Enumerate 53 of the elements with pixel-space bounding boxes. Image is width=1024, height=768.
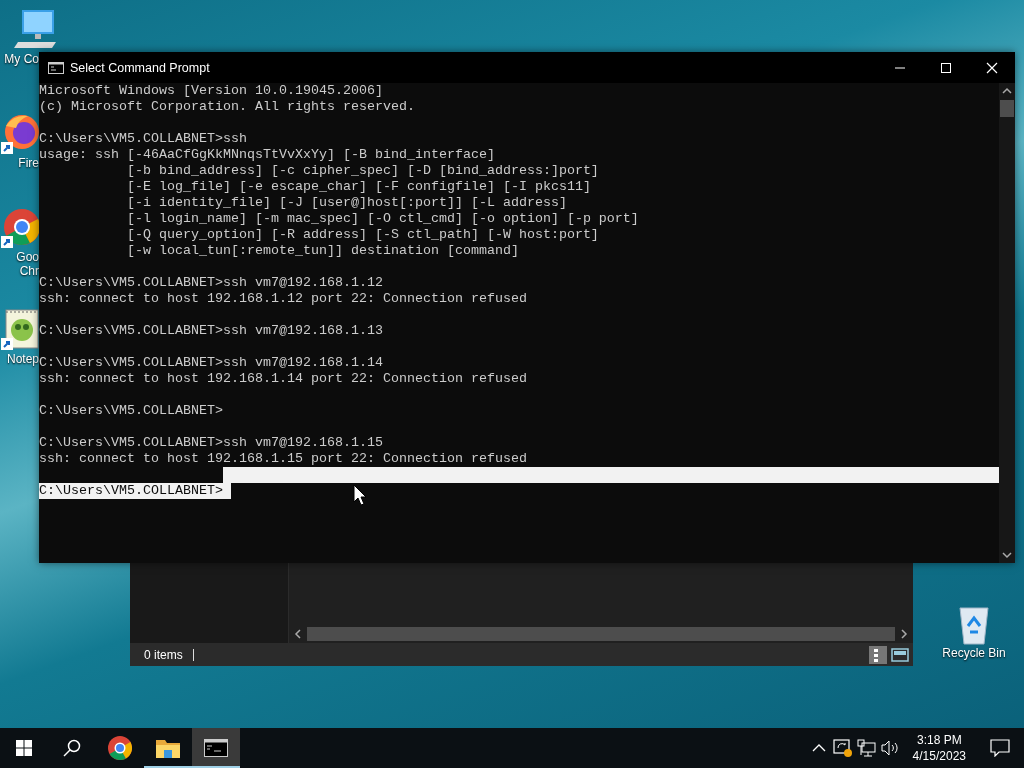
speech-bubble-icon bbox=[990, 739, 1010, 757]
notepad-shortcut-icon[interactable] bbox=[0, 308, 39, 352]
icon-label: Fire bbox=[18, 156, 39, 170]
chevron-up-icon[interactable] bbox=[1002, 86, 1012, 96]
terminal-line: Microsoft Windows [Version 10.0.19045.2006] bbox=[39, 83, 383, 99]
terminal-line: C:\Users\VM5.COLLABNET>ssh vm7@192.168.1.14 bbox=[39, 355, 383, 371]
terminal-line: [-w local_tun[:remote_tun]] destination [command] bbox=[125, 243, 519, 259]
icon-label: Recycle Bin bbox=[942, 646, 1006, 660]
maximize-icon bbox=[940, 61, 952, 74]
chrome-shortcut-icon[interactable] bbox=[0, 206, 39, 250]
network-icon bbox=[856, 739, 877, 757]
terminal-line: C:\Users\VM5.COLLABNET> bbox=[39, 403, 223, 419]
terminal-line: [-b bind_address] [-c cipher_spec] [-D [bind_address:]port] bbox=[125, 163, 599, 179]
terminal-line: usage: ssh [-46AaCfGgKkMNnqsTtVvXxYy] [-B bind_interface] bbox=[39, 147, 495, 163]
search-icon bbox=[63, 739, 81, 757]
windows-logo-icon bbox=[16, 740, 32, 756]
terminal-line: [-l login_name] [-m mac_spec] [-O ctl_cmd] [-o option] [-p port] bbox=[125, 211, 639, 227]
terminal-line: C:\Users\VM5.COLLABNET>ssh vm7@192.168.1.13 bbox=[39, 323, 383, 339]
chevron-right-icon[interactable] bbox=[899, 629, 909, 639]
chevron-up-icon bbox=[811, 743, 826, 753]
folder-icon bbox=[156, 738, 180, 758]
terminal-line: [-i identity_file] [-J [user@]host[:port]] [-L address] bbox=[125, 195, 567, 211]
terminal-line: C:\Users\VM5.COLLABNET>ssh vm7@192.168.1.15 bbox=[39, 435, 383, 451]
chevron-down-icon[interactable] bbox=[1002, 550, 1012, 560]
details-view-icon[interactable] bbox=[869, 645, 887, 664]
item-count: 0 items bbox=[144, 647, 183, 662]
console-icon bbox=[204, 739, 228, 757]
terminal-line: [-E log_file] [-e escape_char] [-F configfile] [-I pkcs11] bbox=[125, 179, 591, 195]
close-icon bbox=[986, 61, 998, 74]
window-title: Select Command Prompt bbox=[70, 60, 210, 75]
terminal-line: [-Q query_option] [-R address] [-S ctl_path] [-W host:port] bbox=[125, 227, 599, 243]
large-icons-view-icon[interactable] bbox=[891, 645, 909, 664]
console-app-icon bbox=[48, 61, 64, 74]
vertical-scrollbar[interactable] bbox=[999, 83, 1015, 563]
browser-shortcut-icon[interactable] bbox=[0, 112, 39, 156]
icon-label: My Co bbox=[4, 52, 39, 66]
mouse-pointer-icon bbox=[353, 484, 367, 506]
taskbar-app-button[interactable] bbox=[192, 728, 240, 768]
sync-status-icon bbox=[832, 738, 853, 758]
volume-icon bbox=[880, 740, 901, 756]
terminal-line: C:\Users\VM5.COLLABNET>ssh vm7@192.168.1.12 bbox=[39, 275, 383, 291]
terminal-line: C:\Users\VM5.COLLABNET>ssh bbox=[39, 131, 247, 147]
clock-button[interactable]: 3:18 PM 4/15/2023 bbox=[902, 728, 976, 768]
terminal-line: (c) Microsoft Corporation. All rights reserved. bbox=[39, 99, 415, 115]
terminal-line: ssh: connect to host 192.168.1.12 port 22: Connection refused bbox=[39, 291, 527, 307]
terminal-line: ssh: connect to host 192.168.1.14 port 22: Connection refused bbox=[39, 371, 527, 387]
chrome-icon bbox=[108, 736, 132, 760]
icon-label: Notep bbox=[6, 352, 39, 366]
scrollbar-thumb[interactable] bbox=[1000, 100, 1014, 117]
terminal-line: ssh: connect to host 192.168.1.15 port 22: Connection refused bbox=[39, 451, 527, 467]
chevron-left-icon[interactable] bbox=[293, 629, 303, 639]
icon-label: Chr bbox=[19, 264, 39, 278]
icon-label: Goo bbox=[16, 250, 39, 264]
